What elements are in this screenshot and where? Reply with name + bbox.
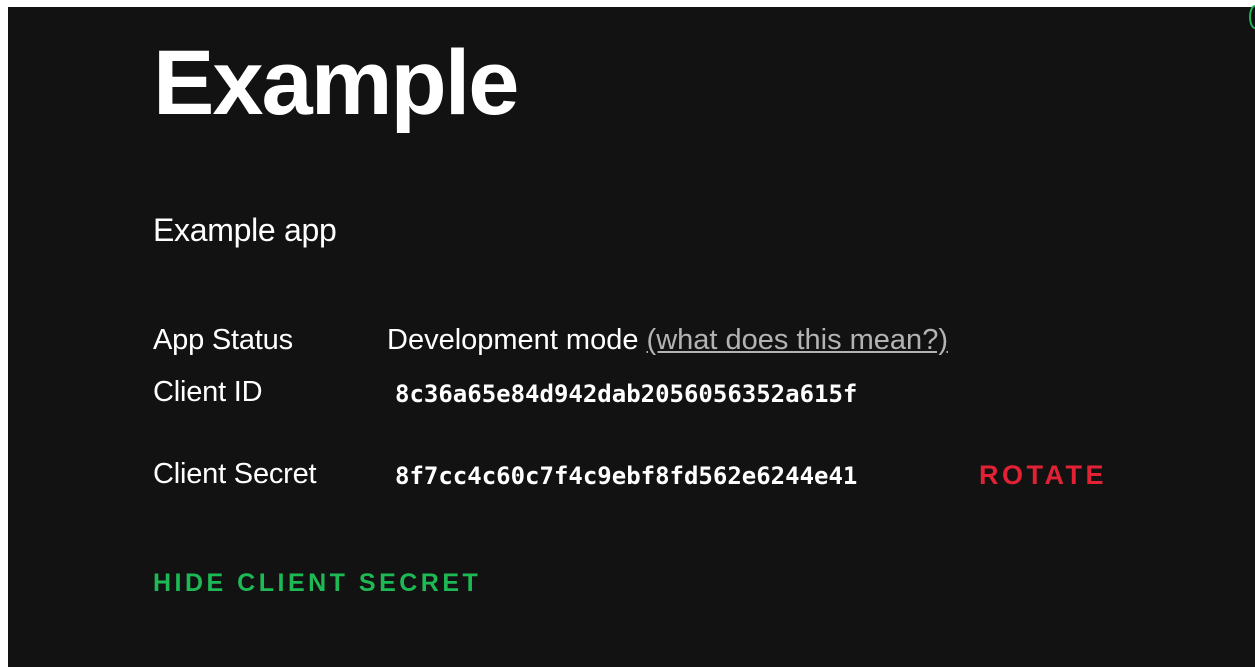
client-id-value: 8c36a65e84d942dab2056056352a615f: [395, 380, 858, 408]
client-secret-value: 8f7cc4c60c7f4c9ebf8fd562e6244e41: [395, 462, 858, 490]
app-status-value-row: Development mode (what does this mean?): [387, 323, 948, 358]
app-title: Example: [153, 32, 519, 134]
app-status-label: App Status: [153, 324, 293, 356]
client-id-label: Client ID: [153, 376, 263, 408]
client-secret-label: Client Secret: [153, 458, 317, 490]
rotate-secret-button[interactable]: ROTATE: [979, 460, 1107, 491]
app-details-panel: Example Example app App Status Developme…: [8, 5, 1255, 667]
app-status-value: Development mode: [387, 324, 639, 356]
what-does-this-mean-link[interactable]: (what does this mean?): [647, 324, 948, 356]
status-ring-icon: [1249, 5, 1255, 29]
hide-client-secret-button[interactable]: HIDE CLIENT SECRET: [153, 569, 481, 598]
app-description: Example app: [153, 212, 337, 248]
